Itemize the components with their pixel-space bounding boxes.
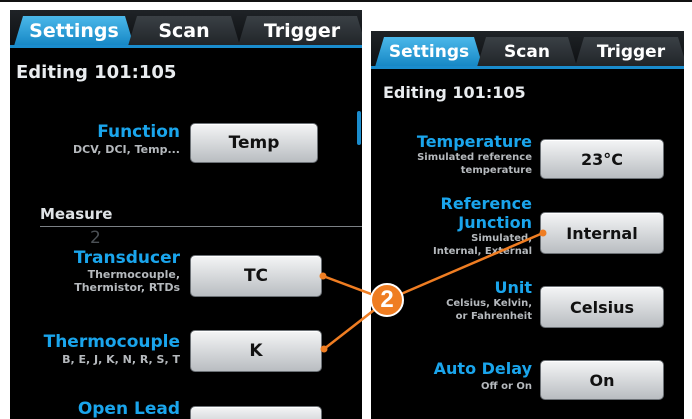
function-label: Function bbox=[97, 122, 180, 142]
top-rule bbox=[0, 0, 692, 2]
transducer-description-line2: Thermistor, RTDs bbox=[74, 281, 180, 294]
thermocouple-label: Thermocouple bbox=[43, 332, 180, 352]
tab-settings[interactable]: Settings bbox=[14, 16, 134, 46]
unit-button[interactable]: Celsius bbox=[540, 286, 664, 328]
thermocouple-description: B, E, J, K, N, R, S, T bbox=[62, 353, 180, 366]
tab-scan[interactable]: Scan bbox=[128, 16, 240, 46]
tab-trigger[interactable]: Trigger bbox=[238, 16, 362, 46]
right-tab-bar: Settings Scan Trigger bbox=[371, 31, 684, 67]
temperature-label: Temperature bbox=[416, 132, 532, 151]
tab-scan[interactable]: Scan bbox=[477, 37, 577, 67]
unit-label: Unit bbox=[494, 278, 532, 297]
unit-description-line2: or Fahrenheit bbox=[455, 311, 532, 322]
editing-title: Editing 101:105 bbox=[383, 83, 526, 102]
temperature-button[interactable]: 23°C bbox=[540, 139, 664, 179]
auto-delay-description: Off or On bbox=[481, 381, 532, 392]
reference-junction-button[interactable]: Internal bbox=[540, 212, 664, 254]
tab-settings[interactable]: Settings bbox=[375, 37, 483, 67]
measure-divider bbox=[40, 226, 362, 227]
right-screen: Settings Scan Trigger Editing 101:105 Te… bbox=[371, 31, 684, 419]
transducer-label: Transducer bbox=[73, 248, 180, 268]
temperature-description-line2: temperature bbox=[460, 165, 532, 176]
tab-trigger[interactable]: Trigger bbox=[575, 37, 684, 67]
reference-junction-description-line1: Simulated, bbox=[471, 233, 532, 244]
reference-junction-label-line1: Reference bbox=[440, 194, 532, 213]
left-tab-bar: Settings Scan Trigger bbox=[10, 10, 362, 46]
editing-title: Editing 101:105 bbox=[16, 62, 177, 83]
auto-delay-button[interactable]: On bbox=[540, 360, 664, 400]
auto-delay-label: Auto Delay bbox=[433, 359, 532, 378]
callout-number-badge: 2 bbox=[370, 283, 404, 317]
watermark-number: 2 bbox=[90, 228, 101, 248]
transducer-description-line1: Thermocouple, bbox=[87, 268, 180, 281]
transducer-button[interactable]: TC bbox=[190, 255, 322, 297]
open-lead-label: Open Lead bbox=[77, 399, 180, 419]
function-description: DCV, DCI, Temp... bbox=[73, 143, 180, 156]
thermocouple-button[interactable]: K bbox=[190, 330, 322, 372]
left-screen: Settings Scan Trigger Editing 101:105 Fu… bbox=[10, 10, 362, 419]
temperature-description-line1: Simulated reference bbox=[417, 152, 532, 163]
tab-accent-line bbox=[10, 45, 362, 48]
scrollbar[interactable] bbox=[357, 111, 361, 145]
open-lead-button[interactable] bbox=[190, 406, 322, 419]
function-button[interactable]: Temp bbox=[190, 123, 318, 163]
unit-description-line1: Celsius, Kelvin, bbox=[446, 298, 532, 309]
reference-junction-label-line2: Junction bbox=[458, 213, 532, 232]
reference-junction-description-line2: Internal, External bbox=[433, 246, 532, 257]
tab-accent-line bbox=[371, 66, 684, 69]
measure-heading: Measure bbox=[40, 205, 113, 223]
